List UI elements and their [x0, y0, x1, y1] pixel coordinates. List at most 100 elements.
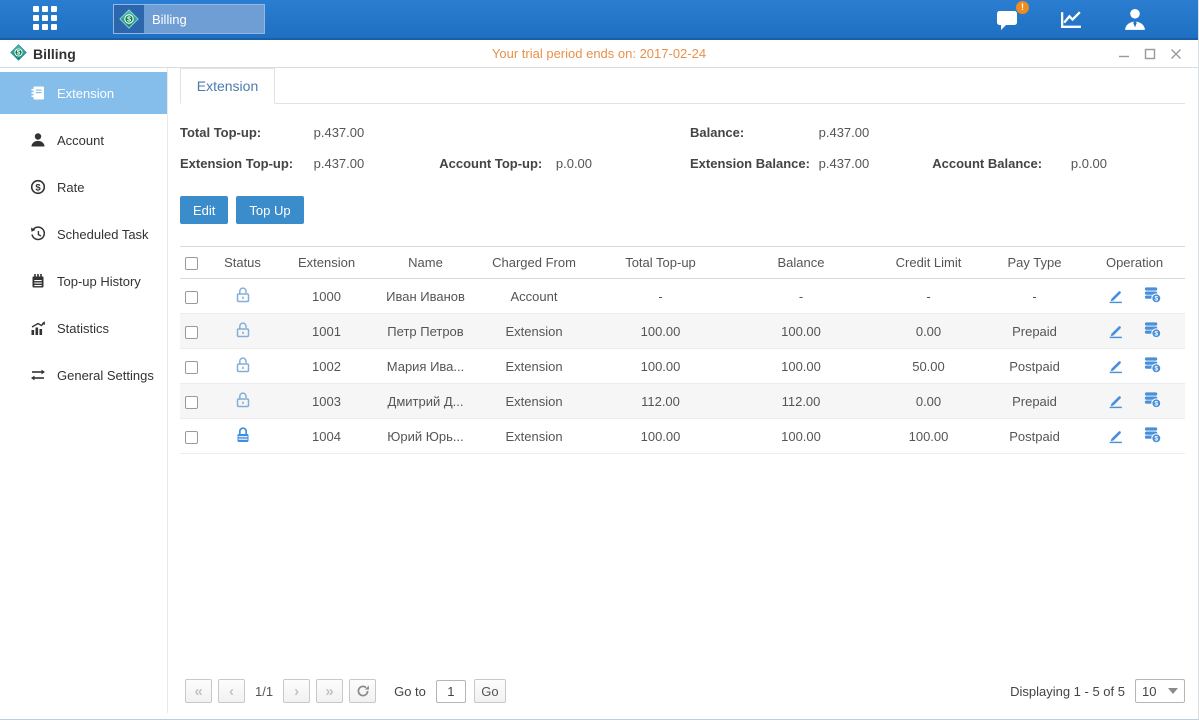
resource-monitor-chart-icon[interactable] — [1059, 8, 1084, 31]
edit-pencil-icon[interactable] — [1107, 285, 1125, 307]
billing-diamond-icon: $ — [114, 5, 144, 33]
status-lock-icon — [234, 362, 252, 377]
sidebar-item-label: General Settings — [57, 368, 154, 383]
displaying-count: Displaying 1 - 5 of 5 — [1010, 684, 1125, 699]
table-row: 1003 Дмитрий Д... Extension 112.00 112.0… — [180, 384, 1185, 419]
sidebar-item-general-settings[interactable]: General Settings — [0, 354, 167, 396]
account-topup-label: Account Top-up: — [439, 148, 552, 179]
sidebar-item-rate[interactable]: $ Rate — [0, 166, 167, 208]
account-topup-value: p.0.00 — [556, 148, 592, 179]
col-header-credit-limit: Credit Limit — [872, 247, 985, 279]
col-header-operation: Operation — [1084, 247, 1185, 279]
topup-coins-icon[interactable]: $ — [1143, 390, 1162, 412]
table-row: 1000 Иван Иванов Account - - - - $ — [180, 279, 1185, 314]
statistics-icon — [30, 320, 46, 336]
page-indicator: 1/1 — [255, 684, 273, 699]
col-header-status: Status — [206, 247, 279, 279]
account-balance-value: p.0.00 — [1071, 148, 1107, 179]
notifications-message-icon[interactable]: ! — [996, 7, 1021, 32]
select-all-checkbox[interactable] — [185, 257, 198, 270]
col-header-charged-from: Charged From — [477, 247, 591, 279]
pagination-bar: « ‹ 1/1 › » Go to Go Displaying 1 - 5 of… — [185, 677, 1185, 705]
extension-topup-value: p.437.00 — [314, 148, 436, 179]
minimize-icon[interactable] — [1118, 48, 1130, 60]
status-lock-icon — [234, 327, 252, 342]
top-navbar: $ Billing ! — [0, 0, 1198, 40]
page-size-select[interactable]: 10 — [1135, 679, 1185, 703]
sidebar-item-scheduled-task[interactable]: Scheduled Task — [0, 213, 167, 255]
sidebar-item-label: Statistics — [57, 321, 109, 336]
svg-text:$: $ — [1154, 436, 1158, 443]
maximize-icon[interactable] — [1144, 48, 1156, 60]
table-row: 1004 Юрий Юрь... Extension 100.00 100.00… — [180, 419, 1185, 454]
edit-pencil-icon[interactable] — [1107, 320, 1125, 342]
extension-topup-label: Extension Top-up: — [180, 148, 310, 179]
top-up-button[interactable]: Top Up — [236, 196, 303, 224]
topup-coins-icon[interactable]: $ — [1143, 320, 1162, 342]
extension-balance-label: Extension Balance: — [690, 148, 815, 179]
extensions-table: Status Extension Name Charged From Total… — [180, 246, 1185, 454]
edit-button[interactable]: Edit — [180, 196, 228, 224]
col-header-total-topup: Total Top-up — [591, 247, 730, 279]
edit-pencil-icon[interactable] — [1107, 355, 1125, 377]
sidebar-item-topup-history[interactable]: Top-up History — [0, 260, 167, 302]
status-lock-icon — [234, 397, 252, 412]
taskbar-tab-billing[interactable]: $ Billing — [113, 4, 265, 34]
refresh-button[interactable] — [349, 679, 376, 703]
billing-summary: Total Top-up: p.437.00 Extension Top-up:… — [180, 117, 1185, 179]
topup-coins-icon[interactable]: $ — [1143, 355, 1162, 377]
close-icon[interactable] — [1170, 48, 1182, 60]
svg-text:$: $ — [35, 182, 41, 193]
row-checkbox[interactable] — [185, 291, 198, 304]
tab-extension[interactable]: Extension — [180, 68, 275, 104]
edit-pencil-icon[interactable] — [1107, 390, 1125, 412]
extension-book-icon — [30, 85, 46, 101]
last-page-button[interactable]: » — [316, 679, 343, 703]
sidebar: Extension Account $ Rate — [0, 68, 168, 713]
total-topup-label: Total Top-up: — [180, 117, 310, 148]
extension-balance-value: p.437.00 — [819, 148, 929, 179]
dropdown-triangle-icon — [1168, 688, 1178, 694]
row-checkbox[interactable] — [185, 326, 198, 339]
tab-strip: Extension — [180, 68, 1185, 104]
notebook-icon — [30, 273, 46, 289]
refresh-icon — [356, 684, 370, 698]
go-button[interactable]: Go — [474, 679, 506, 703]
svg-text:$: $ — [127, 15, 131, 24]
col-header-balance: Balance — [730, 247, 872, 279]
sidebar-item-label: Extension — [57, 86, 114, 101]
app-launcher-grid-icon[interactable] — [33, 6, 71, 32]
table-row: 1001 Петр Петров Extension 100.00 100.00… — [180, 314, 1185, 349]
trial-notice: Your trial period ends on: 2017-02-24 — [0, 46, 1198, 61]
user-account-icon[interactable] — [1122, 7, 1148, 32]
col-header-pay-type: Pay Type — [985, 247, 1084, 279]
edit-pencil-icon[interactable] — [1107, 425, 1125, 447]
history-clock-icon — [30, 226, 46, 242]
svg-text:$: $ — [1154, 401, 1158, 408]
dollar-circle-icon: $ — [30, 179, 46, 195]
next-page-button[interactable]: › — [283, 679, 310, 703]
prev-page-button[interactable]: ‹ — [218, 679, 245, 703]
sidebar-item-extension[interactable]: Extension — [0, 72, 167, 114]
col-header-name: Name — [374, 247, 477, 279]
row-checkbox[interactable] — [185, 431, 198, 444]
row-checkbox[interactable] — [185, 361, 198, 374]
sidebar-item-label: Rate — [57, 180, 84, 195]
sidebar-item-account[interactable]: Account — [0, 119, 167, 161]
goto-page-input[interactable] — [436, 680, 466, 703]
balance-label: Balance: — [690, 117, 815, 148]
sliders-exchange-icon — [30, 367, 46, 383]
balance-value: p.437.00 — [819, 117, 870, 148]
first-page-button[interactable]: « — [185, 679, 212, 703]
table-header-row: Status Extension Name Charged From Total… — [180, 247, 1185, 279]
sidebar-item-label: Scheduled Task — [57, 227, 149, 242]
row-checkbox[interactable] — [185, 396, 198, 409]
person-icon — [30, 132, 46, 148]
topup-coins-icon[interactable]: $ — [1143, 425, 1162, 447]
table-row: 1002 Мария Ива... Extension 100.00 100.0… — [180, 349, 1185, 384]
account-balance-label: Account Balance: — [932, 148, 1067, 179]
billing-app-window: $ Billing ! — [0, 0, 1199, 720]
topup-coins-icon[interactable]: $ — [1143, 285, 1162, 307]
sidebar-item-statistics[interactable]: Statistics — [0, 307, 167, 349]
total-topup-value: p.437.00 — [314, 117, 365, 148]
